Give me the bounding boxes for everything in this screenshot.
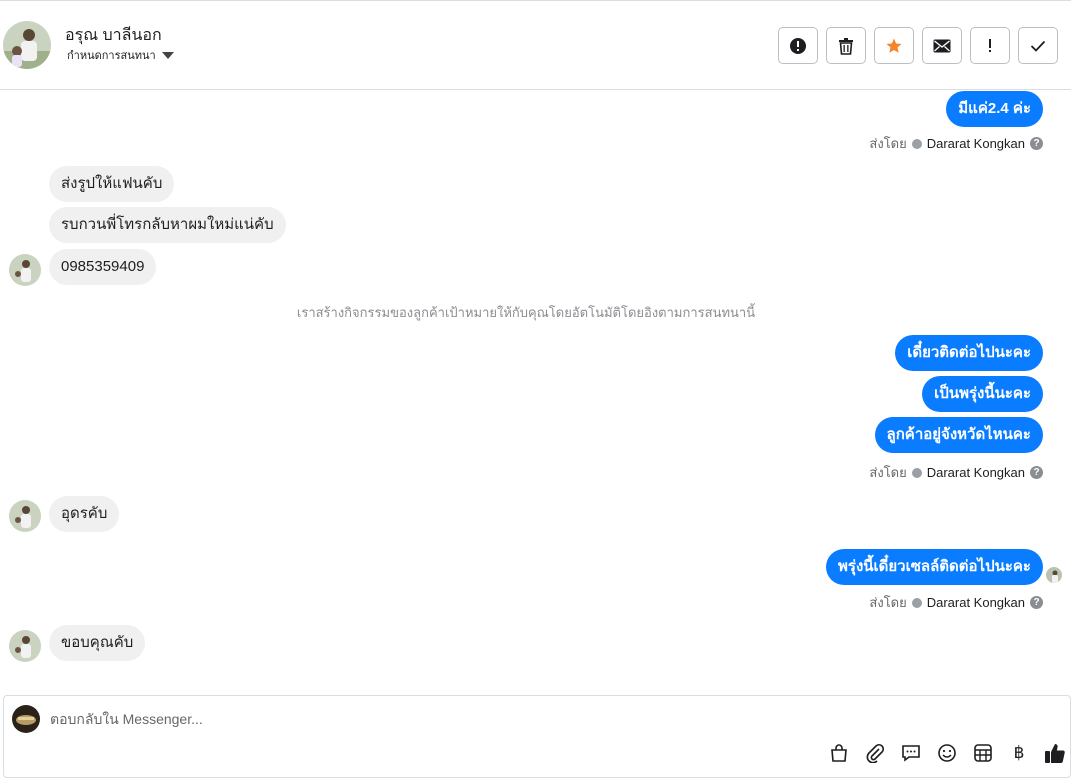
help-icon[interactable]: ? xyxy=(1030,466,1043,479)
star-icon xyxy=(886,38,902,53)
sent-by-line: ส่งโดย Dararat Kongkan ? xyxy=(869,592,1043,613)
mark-done-button[interactable] xyxy=(1018,27,1058,64)
contact-avatar[interactable] xyxy=(3,21,51,69)
baht-icon[interactable]: ฿ xyxy=(1008,742,1030,764)
verified-dot-icon xyxy=(911,138,922,149)
message-bubble-outgoing[interactable]: ลูกค้าอยู่จังหวัดไหนคะ xyxy=(874,417,1043,453)
message-bubble-outgoing[interactable]: พรุ่งนี้เดี๋ยวเซลล์ติดต่อไปนะคะ xyxy=(826,549,1043,585)
sent-by-label: ส่งโดย xyxy=(869,136,907,151)
message-bubble-incoming[interactable]: รบกวนพี่โทรกลับหาผมใหม่แน่คับ xyxy=(49,207,286,243)
composer-toolbar: ฿ xyxy=(828,742,1066,764)
caret-down-icon xyxy=(161,52,174,59)
sent-by-label: ส่งโดย xyxy=(869,465,907,480)
message-bubble-incoming[interactable]: 0985359409 xyxy=(49,249,157,285)
contact-avatar-small xyxy=(9,500,41,532)
verified-dot-icon xyxy=(911,597,922,608)
currency-symbol: ฿ xyxy=(1013,743,1025,762)
sent-by-agent[interactable]: Dararat Kongkan xyxy=(927,136,1025,151)
contact-avatar-small xyxy=(9,254,41,286)
help-icon[interactable]: ? xyxy=(1030,137,1043,150)
exclamation-icon xyxy=(989,38,991,52)
delete-button[interactable] xyxy=(826,27,866,64)
seen-avatar xyxy=(1046,567,1062,583)
envelope-icon xyxy=(933,39,951,52)
check-icon xyxy=(1030,40,1046,52)
table-icon[interactable] xyxy=(972,742,994,764)
conversation-actions xyxy=(778,27,1058,64)
star-button[interactable] xyxy=(874,27,914,64)
saved-reply-icon[interactable] xyxy=(900,742,922,764)
sent-by-agent[interactable]: Dararat Kongkan xyxy=(927,595,1025,610)
sent-by-line: ส่งโดย Dararat Kongkan ? xyxy=(869,133,1043,154)
shopping-bag-icon[interactable] xyxy=(828,742,850,764)
message-bubble-outgoing[interactable]: เป็นพรุ่งนี้นะคะ xyxy=(922,376,1043,412)
contact-name: อรุณ บาลีนอก xyxy=(65,27,162,44)
message-bubble-outgoing[interactable]: มีแค่2.4 ค่ะ xyxy=(946,91,1043,127)
message-bubble-incoming[interactable]: ขอบคุณคับ xyxy=(49,625,146,661)
alert-circle-icon xyxy=(790,37,806,54)
assign-conversation-dropdown[interactable]: กำหนดการสนทนา xyxy=(67,46,174,64)
emoji-icon[interactable] xyxy=(936,742,958,764)
reply-input[interactable] xyxy=(50,708,750,730)
page-avatar xyxy=(12,705,40,733)
contact-avatar-small xyxy=(9,630,41,662)
conversation-header: อรุณ บาลีนอก กำหนดการสนทนา xyxy=(0,0,1071,90)
help-icon[interactable]: ? xyxy=(1030,596,1043,609)
mark-unread-button[interactable] xyxy=(922,27,962,64)
trash-icon xyxy=(839,37,853,55)
sent-by-agent[interactable]: Dararat Kongkan xyxy=(927,465,1025,480)
sent-by-label: ส่งโดย xyxy=(869,595,907,610)
system-message: เราสร้างกิจกรรมของลูกค้าเป้าหมายให้กับคุ… xyxy=(296,305,756,320)
spam-button[interactable] xyxy=(778,27,818,64)
sent-by-line: ส่งโดย Dararat Kongkan ? xyxy=(869,462,1043,483)
assign-conversation-label: กำหนดการสนทนา xyxy=(67,50,156,62)
message-bubble-incoming[interactable]: ส่งรูปให้แฟนคับ xyxy=(49,166,175,202)
message-bubble-incoming[interactable]: อุดรคับ xyxy=(49,496,120,532)
follow-up-button[interactable] xyxy=(970,27,1010,64)
paperclip-icon[interactable] xyxy=(864,742,886,764)
message-bubble-outgoing[interactable]: เดี๋ยวติดต่อไปนะคะ xyxy=(895,335,1043,371)
thumbs-up-icon[interactable] xyxy=(1044,742,1066,764)
reply-composer: ฿ xyxy=(3,695,1071,778)
message-thread: มีแค่2.4 ค่ะ ส่งโดย Dararat Kongkan ? ส่… xyxy=(0,91,1071,694)
verified-dot-icon xyxy=(911,467,922,478)
